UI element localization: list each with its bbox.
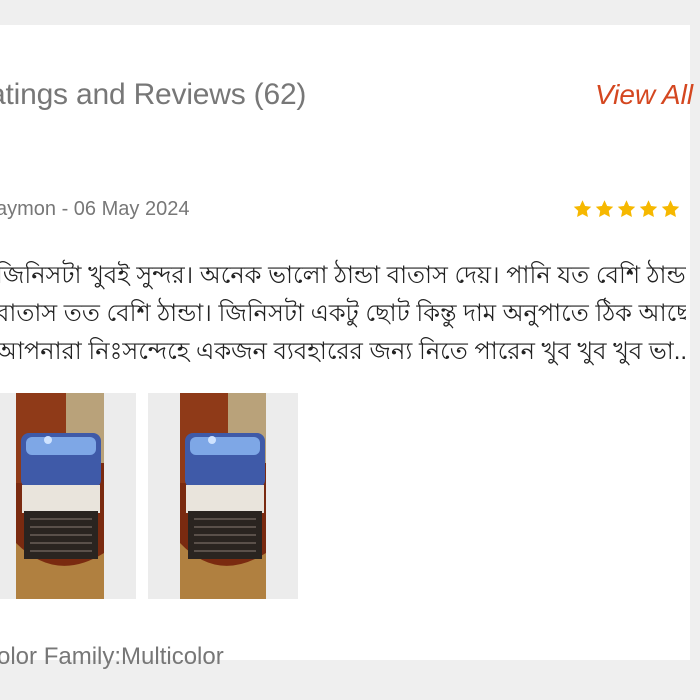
reviews-section-title: atings and Reviews (62) xyxy=(0,78,307,111)
star-icon xyxy=(661,200,680,218)
review-photo[interactable] xyxy=(148,393,298,599)
review-text-line: বাতাস তত বেশি ঠান্ডা। জিনিসটা একটু ছোট ক… xyxy=(0,300,686,327)
rating-stars xyxy=(572,197,681,221)
color-family-label: olor Family:Multicolor xyxy=(0,643,224,670)
star-icon xyxy=(639,200,658,218)
review-photo[interactable] xyxy=(0,393,136,599)
reviews-card: atings and Reviews (62) View All aymon -… xyxy=(0,25,693,670)
air-cooler-photo-icon xyxy=(0,393,136,599)
star-icon xyxy=(595,200,614,218)
reviewer-name-date: aymon - 06 May 2024 xyxy=(0,198,190,220)
star-icon xyxy=(573,200,592,218)
review-text-line: জিনিসটা খুবই সুন্দর। অনেক ভালো ঠান্ডা বা… xyxy=(0,262,686,289)
review-text-line: আপনারা নিঃসন্দেহে একজন ব্যবহারের জন্য নি… xyxy=(0,338,686,365)
air-cooler-photo-icon xyxy=(148,393,298,599)
review-text: জিনিসটা খুবই সুন্দর। অনেক ভালো ঠান্ডা বা… xyxy=(0,257,686,371)
star-icon xyxy=(617,200,636,218)
view-all-link[interactable]: View All xyxy=(595,79,693,111)
